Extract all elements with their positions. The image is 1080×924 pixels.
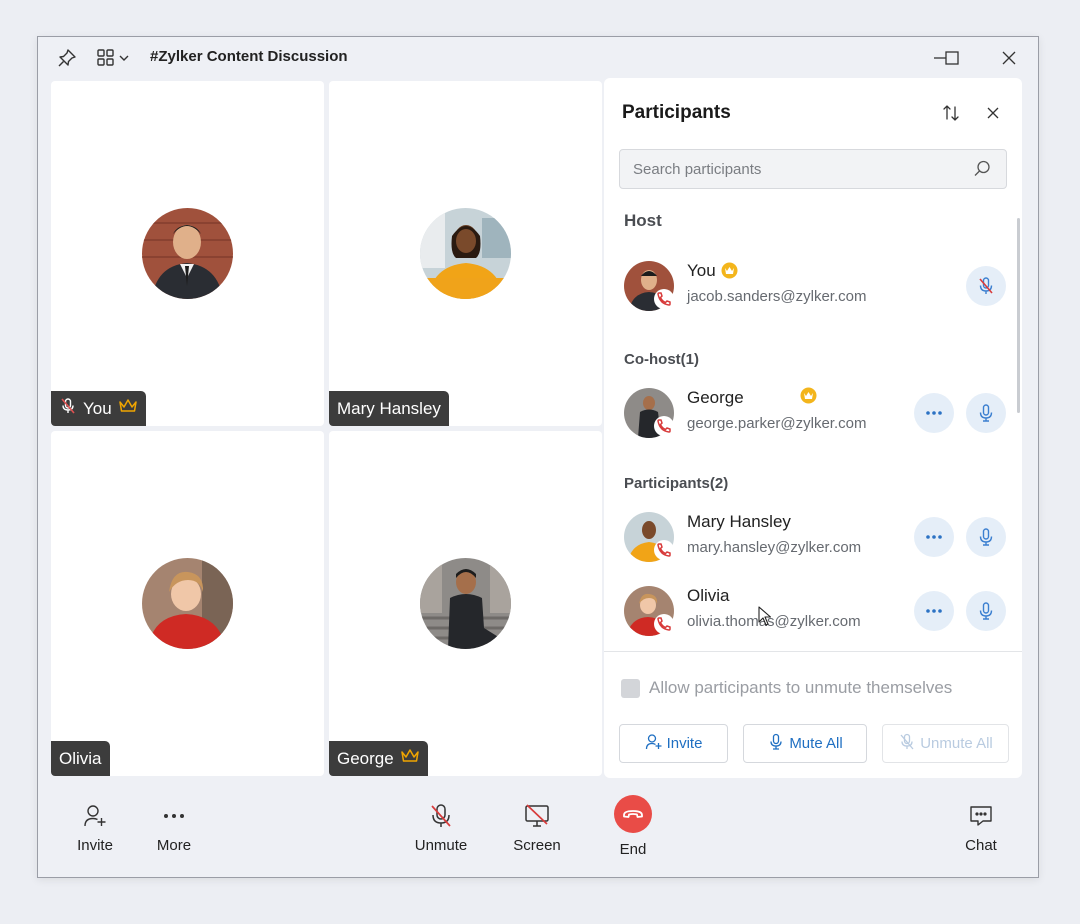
chat-label: Chat [965, 837, 997, 854]
chat-icon [966, 801, 996, 831]
cohost-section-label: Co-host(1) [624, 351, 699, 368]
mute-all-label: Mute All [789, 735, 843, 752]
phone-icon [654, 614, 674, 634]
avatar [142, 208, 233, 299]
video-tile-george[interactable]: George [329, 431, 602, 776]
avatar [142, 558, 233, 649]
crown-icon [400, 748, 420, 769]
end-call-icon [614, 795, 652, 833]
more-options-button[interactable] [914, 591, 954, 631]
panel-invite-button[interactable]: Invite [619, 724, 728, 763]
maximize-icon[interactable] [941, 47, 963, 69]
mic-icon [767, 733, 785, 755]
name-tag: Olivia [51, 741, 110, 776]
participant-email: george.parker@zylker.com [687, 415, 867, 432]
invite-label: Invite [77, 837, 113, 854]
unmute-button[interactable]: Unmute [401, 801, 481, 854]
tile-name: You [83, 398, 112, 418]
pin-icon[interactable] [56, 47, 78, 69]
unmute-all-label: Unmute All [920, 735, 993, 752]
mic-button[interactable] [966, 393, 1006, 433]
mic-muted-icon [59, 397, 77, 420]
participant-row-cohost: George george.parker@zylker.com [604, 383, 1022, 443]
screen-share-button[interactable]: Screen [497, 801, 577, 854]
more-label: More [156, 837, 192, 854]
unmute-label: Unmute [414, 837, 468, 854]
name-tag: You [51, 391, 146, 426]
search-input[interactable] [620, 150, 960, 188]
participants-section-label: Participants(2) [624, 475, 729, 492]
participant-email: mary.hansley@zylker.com [687, 539, 862, 556]
avatar [420, 208, 511, 299]
host-section-label: Host [624, 211, 662, 230]
phone-icon [654, 540, 674, 560]
video-tile-olivia[interactable]: Olivia [51, 431, 324, 776]
scrollbar[interactable] [1017, 218, 1020, 413]
unmute-all-button[interactable]: Unmute All [882, 724, 1009, 763]
tile-name: Mary Hansley [337, 398, 441, 418]
participant-row-host: You jacob.sanders@zylker.com [604, 256, 1022, 316]
mic-muted-icon [426, 801, 456, 831]
participant-name: You [687, 261, 716, 280]
allow-unmute-checkbox[interactable] [621, 678, 640, 698]
participant-email: jacob.sanders@zylker.com [687, 288, 867, 305]
divider [604, 651, 1022, 652]
panel-title: Participants [622, 102, 731, 123]
phone-icon [654, 416, 674, 436]
layout-grid-icon[interactable] [96, 47, 132, 69]
mute-all-button[interactable]: Mute All [743, 724, 867, 763]
bottom-toolbar: Invite More Unmute Screen End Chat [38, 785, 1038, 879]
chat-button[interactable]: Chat [941, 801, 1021, 854]
allow-unmute-option[interactable]: Allow participants to unmute themselves [621, 678, 952, 698]
end-call-button[interactable]: End [593, 795, 673, 858]
participant-name: George [687, 388, 744, 407]
close-window-icon[interactable] [998, 47, 1020, 69]
more-button[interactable]: More [134, 801, 214, 854]
name-tag: George [329, 741, 428, 776]
participant-name: Olivia [687, 586, 730, 605]
tile-name: Olivia [59, 748, 102, 768]
avatar [420, 558, 511, 649]
crown-badge-icon [800, 387, 817, 404]
sort-icon[interactable] [940, 102, 962, 124]
screen-label: Screen [513, 837, 561, 854]
video-tile-mary-hansley[interactable]: Mary Hansley [329, 81, 602, 426]
phone-icon [654, 289, 674, 309]
invite-label: Invite [666, 735, 703, 752]
search-icon[interactable] [972, 159, 992, 179]
mic-muted-icon [898, 733, 916, 755]
mouse-cursor-icon [758, 606, 772, 626]
participant-row: Olivia olivia.thomas@zylker.com [604, 581, 1022, 641]
add-user-icon [645, 733, 663, 755]
screen-share-icon [522, 801, 552, 831]
search-box [619, 149, 1007, 189]
mic-button[interactable] [966, 517, 1006, 557]
tile-name: George [337, 748, 394, 768]
window-title: #Zylker Content Discussion [150, 48, 348, 65]
crown-badge-icon [721, 262, 738, 279]
video-tile-you[interactable]: You [51, 81, 324, 426]
more-dots-icon [159, 801, 189, 831]
participant-name: Mary Hansley [687, 512, 791, 531]
crown-icon [118, 398, 138, 419]
end-label: End [619, 841, 647, 858]
participant-email: olivia.thomas@zylker.com [687, 613, 861, 630]
close-panel-icon[interactable] [982, 102, 1004, 124]
mic-button[interactable] [966, 591, 1006, 631]
more-options-button[interactable] [914, 393, 954, 433]
allow-unmute-label: Allow participants to unmute themselves [649, 678, 953, 697]
add-user-icon [80, 801, 110, 831]
more-options-button[interactable] [914, 517, 954, 557]
meeting-window: #Zylker Content Discussion You Mary Hans… [37, 36, 1039, 878]
participant-row: Mary Hansley mary.hansley@zylker.com [604, 507, 1022, 567]
name-tag: Mary Hansley [329, 391, 449, 426]
mic-muted-button[interactable] [966, 266, 1006, 306]
title-bar: #Zylker Content Discussion [38, 37, 1038, 79]
participants-panel: Participants Host [604, 78, 1022, 778]
invite-button[interactable]: Invite [55, 801, 135, 854]
